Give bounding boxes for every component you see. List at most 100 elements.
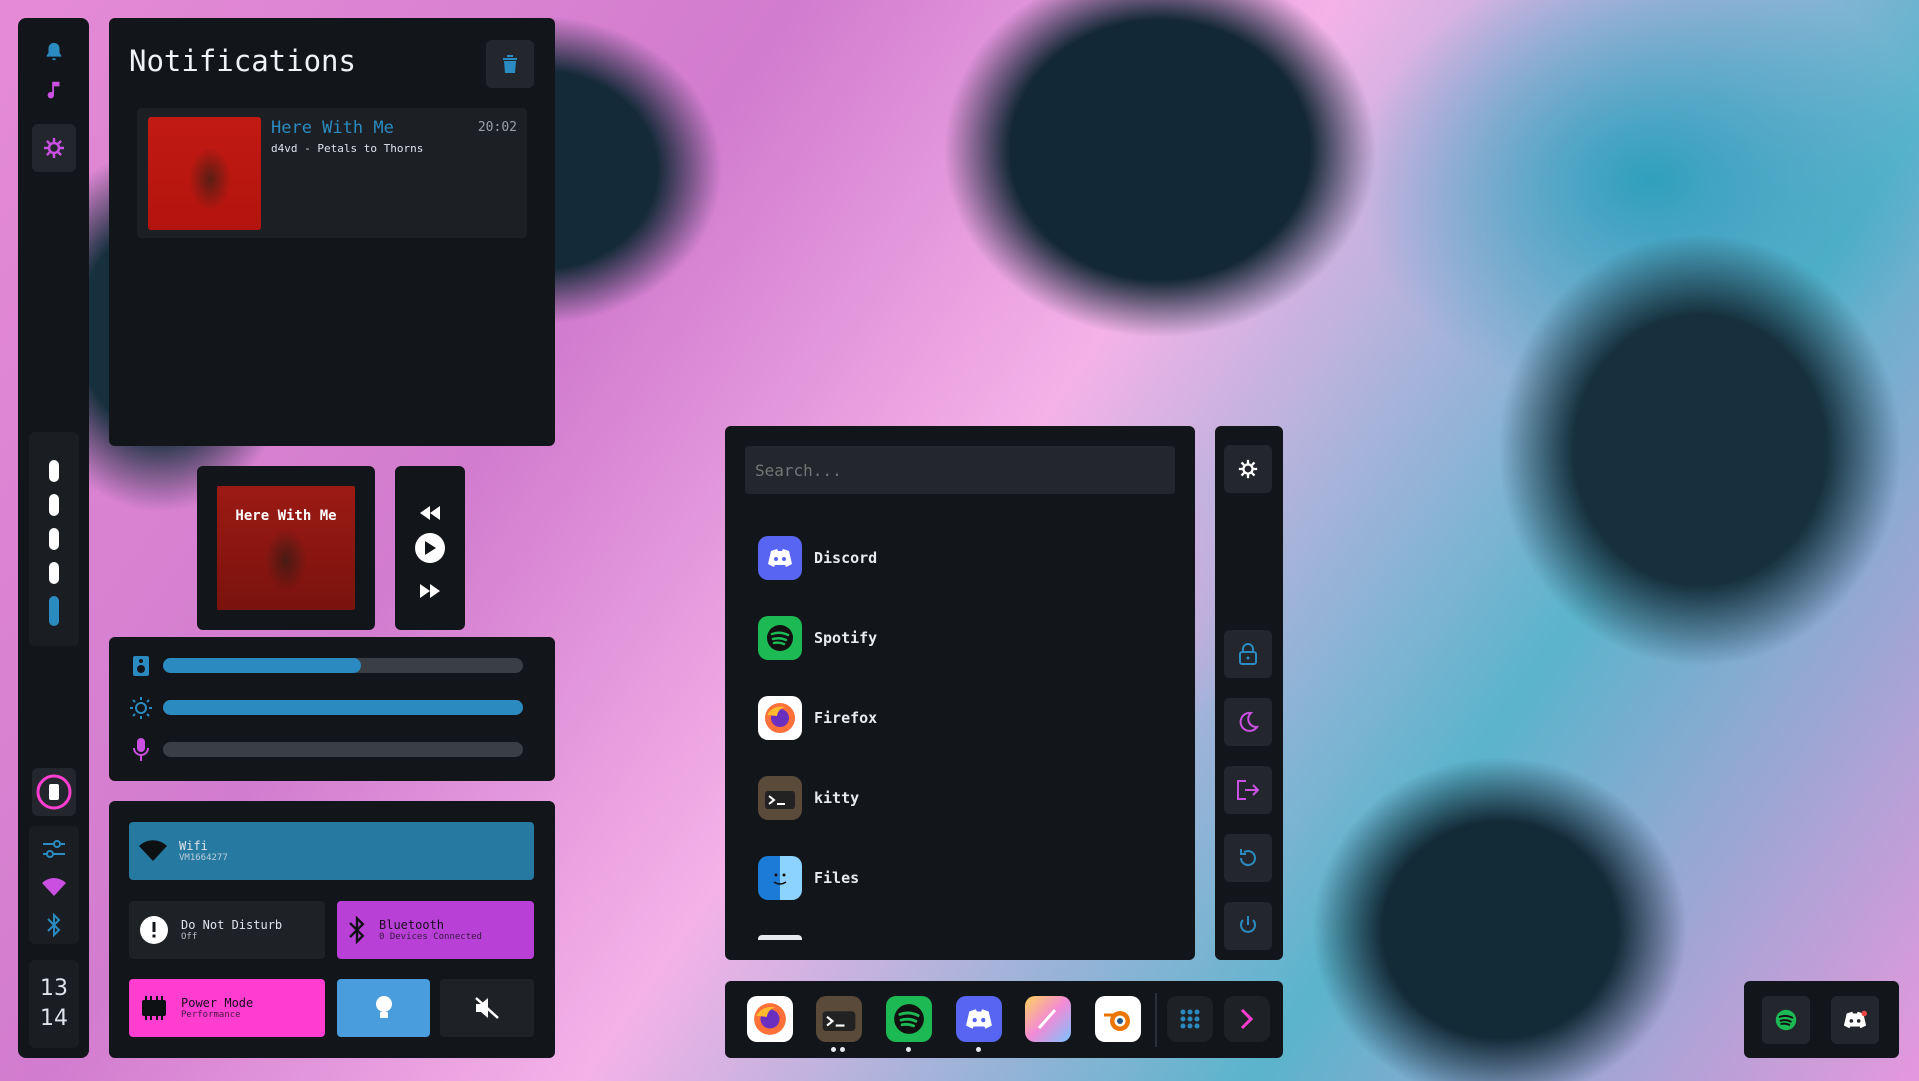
dock-discord[interactable] xyxy=(956,996,1002,1042)
brightness-slider[interactable] xyxy=(163,700,523,715)
dock-firefox[interactable] xyxy=(747,996,793,1042)
dock-blender[interactable] xyxy=(1095,996,1141,1042)
notifications-bell-button[interactable] xyxy=(32,32,76,72)
previous-track-button[interactable] xyxy=(416,502,444,524)
wifi-icon xyxy=(42,878,66,896)
gear-icon xyxy=(1238,459,1258,479)
app-name: Discord xyxy=(814,549,878,567)
brightness-icon xyxy=(130,697,152,723)
reboot-icon xyxy=(1239,849,1256,867)
grid-icon xyxy=(1180,1009,1200,1029)
dock-spotify[interactable] xyxy=(886,996,932,1042)
dnd-label: Do Not Disturb xyxy=(181,918,283,932)
dock-paint[interactable] xyxy=(1025,996,1071,1042)
app-item-files[interactable]: Files xyxy=(758,856,859,900)
notification-title: Here With Me xyxy=(271,118,394,138)
alert-icon xyxy=(140,916,168,944)
spotify-icon xyxy=(758,616,802,660)
discord-icon xyxy=(966,1009,992,1029)
power-mode-tile[interactable]: Power Mode Performance xyxy=(129,979,325,1037)
volume-slider[interactable] xyxy=(163,658,523,673)
night-light-button[interactable] xyxy=(337,979,430,1037)
workspace-1[interactable] xyxy=(49,460,59,482)
dock-expand-button[interactable] xyxy=(1224,996,1270,1042)
workspace-5-active[interactable] xyxy=(49,596,59,626)
app-name: Spotify xyxy=(814,629,878,647)
dnd-status: Off xyxy=(181,932,198,942)
app-item-discord[interactable]: Discord xyxy=(758,536,877,580)
play-icon xyxy=(425,541,436,555)
battery-ring-icon xyxy=(36,774,72,810)
power-mode-value: Performance xyxy=(181,1010,241,1020)
sliders-icon xyxy=(43,840,65,858)
tray-spotify[interactable] xyxy=(1762,996,1810,1044)
firefox-icon xyxy=(754,1003,786,1035)
lock-button[interactable] xyxy=(1224,630,1272,678)
bell-icon xyxy=(46,42,62,61)
play-button[interactable] xyxy=(415,533,445,563)
discord-icon xyxy=(758,536,802,580)
workspaces xyxy=(29,432,79,646)
app-item-kitty[interactable]: kitty xyxy=(758,776,859,820)
clock-minute: 14 xyxy=(40,1006,68,1031)
spotify-icon xyxy=(1775,1009,1797,1031)
logout-button[interactable] xyxy=(1224,766,1272,814)
wifi-label: Wifi xyxy=(179,839,208,853)
bluetooth-tile[interactable]: Bluetooth 0 Devices Connected xyxy=(337,901,534,959)
microphone-icon xyxy=(133,738,149,766)
music-button[interactable] xyxy=(32,70,76,110)
blender-icon xyxy=(1104,1011,1130,1031)
kitty-icon xyxy=(822,1011,856,1031)
lightbulb-icon xyxy=(375,996,392,1018)
clear-notifications-button[interactable] xyxy=(486,40,534,88)
bluetooth-tray-button[interactable] xyxy=(32,908,76,942)
next-track-button[interactable] xyxy=(416,580,444,602)
mute-button[interactable] xyxy=(440,979,534,1037)
notification-card[interactable]: Here With Me 20:02 d4vd - Petals to Thor… xyxy=(137,108,527,238)
app-name: kitty xyxy=(814,789,860,807)
dock-kitty-indicator xyxy=(840,1047,845,1052)
notifications-title: Notifications xyxy=(129,44,356,78)
app-drawer-button[interactable] xyxy=(1167,996,1213,1042)
app-item-firefox[interactable]: Firefox xyxy=(758,696,877,740)
app-item-partial xyxy=(758,935,802,940)
discord-icon xyxy=(1843,1010,1867,1029)
clock: 13 14 xyxy=(29,960,79,1048)
dock-discord-indicator xyxy=(976,1047,981,1052)
dock-spotify-indicator xyxy=(906,1047,911,1052)
notification-time: 20:02 xyxy=(477,120,517,135)
bluetooth-icon xyxy=(47,913,61,937)
launcher-settings-button[interactable] xyxy=(1224,445,1272,493)
gear-icon xyxy=(44,138,64,158)
dock-kitty[interactable] xyxy=(816,996,862,1042)
tray-discord[interactable] xyxy=(1831,996,1879,1044)
speaker-icon xyxy=(131,655,151,681)
logout-icon xyxy=(1237,780,1260,800)
brightness-slider-fill xyxy=(163,700,523,715)
sleep-button[interactable] xyxy=(1224,698,1272,746)
workspace-2[interactable] xyxy=(49,494,59,516)
workspace-4[interactable] xyxy=(49,562,59,584)
quicksettings-button[interactable] xyxy=(32,832,76,866)
do-not-disturb-tile[interactable]: Do Not Disturb Off xyxy=(129,901,325,959)
power-icon xyxy=(1240,916,1256,933)
music-note-icon xyxy=(47,81,60,99)
wifi-tray-button[interactable] xyxy=(32,870,76,904)
reboot-button[interactable] xyxy=(1224,834,1272,882)
microphone-slider[interactable] xyxy=(163,742,523,757)
search-input[interactable] xyxy=(745,446,1175,494)
lock-icon xyxy=(1239,643,1257,665)
dock-divider xyxy=(1155,993,1157,1047)
settings-toggle-button[interactable] xyxy=(32,124,76,172)
clock-hour: 13 xyxy=(40,976,68,1001)
speaker-muted-icon xyxy=(475,997,499,1019)
app-item-spotify[interactable]: Spotify xyxy=(758,616,877,660)
wifi-tile[interactable]: Wifi VM1664277 xyxy=(129,822,534,880)
notification-album-art xyxy=(148,117,261,230)
dock-kitty-indicator xyxy=(831,1047,836,1052)
shutdown-button[interactable] xyxy=(1224,902,1272,950)
volume-slider-fill xyxy=(163,658,361,673)
firefox-icon xyxy=(758,696,802,740)
workspace-3[interactable] xyxy=(49,528,59,550)
app-name: Files xyxy=(814,869,860,887)
